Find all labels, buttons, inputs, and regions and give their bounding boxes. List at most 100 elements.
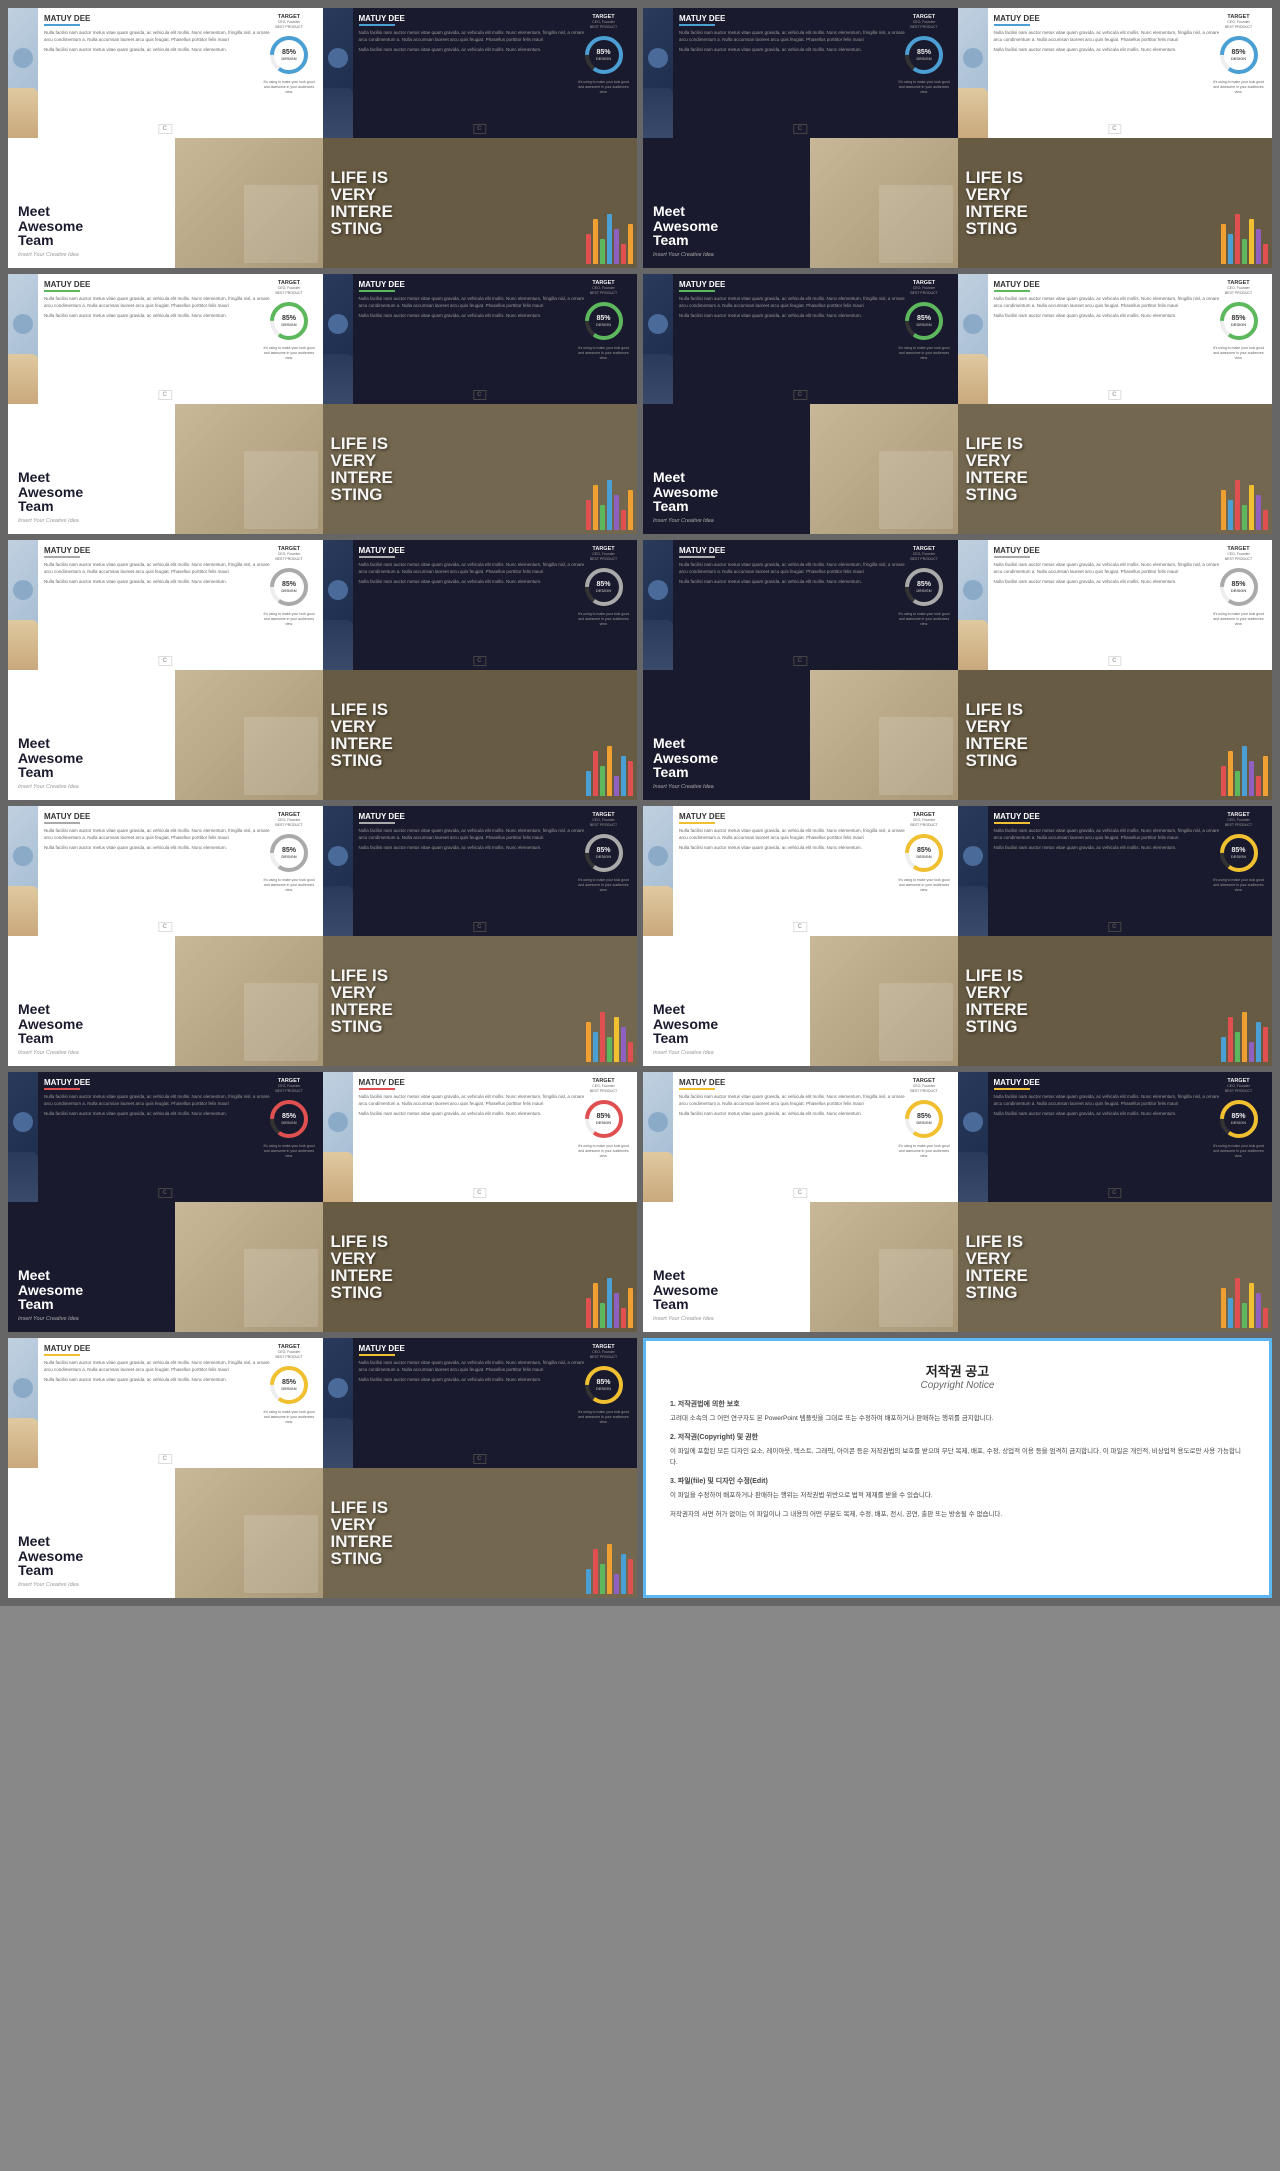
percent-value: 85% bbox=[596, 1379, 611, 1386]
meet-slide: MeetAwesomeTeam Insert Your Creative Ide… bbox=[643, 670, 958, 800]
slide-block: MATUY DEE Nulla facilisi nam auctor metu… bbox=[8, 540, 637, 800]
profile-photo bbox=[323, 1072, 353, 1202]
percent-label: DESIGN bbox=[281, 56, 296, 61]
target-role: CEO, FounderBEST PRODUCT bbox=[897, 1084, 952, 1094]
percent-label: DESIGN bbox=[596, 588, 611, 593]
target-desc: It's using to make your look good and aw… bbox=[1211, 1144, 1266, 1159]
percent-label: DESIGN bbox=[916, 854, 931, 859]
target-section: TARGET CEO, FounderBEST PRODUCT 85% DESI… bbox=[262, 1078, 317, 1158]
accent-bar bbox=[994, 290, 1030, 292]
profile-bio: Nulla facilisi nam auctor metus vitae qu… bbox=[359, 296, 588, 310]
profile-bio2: Nulla facilisi nam auctor metus vitae qu… bbox=[44, 1111, 273, 1118]
percent-label: DESIGN bbox=[596, 1120, 611, 1125]
meet-subtitle: Insert Your Creative Idea bbox=[653, 784, 800, 790]
life-slide: LIFE ISVERYINTERESTING bbox=[958, 138, 1273, 268]
profile-bio2: Nulla facilisi nam auctor metus vitae qu… bbox=[44, 845, 273, 852]
logo: C bbox=[159, 922, 172, 932]
accent-bar bbox=[359, 556, 395, 558]
profile-slide: MATUY DEE Nulla facilisi nam auctor metu… bbox=[958, 806, 1273, 936]
percent-value: 85% bbox=[281, 49, 296, 56]
meet-subtitle: Insert Your Creative Idea bbox=[653, 252, 800, 258]
percent-label: DESIGN bbox=[916, 588, 931, 593]
accent-bar bbox=[994, 24, 1030, 26]
target-section: TARGET CEO, FounderBEST PRODUCT 85% DESI… bbox=[576, 546, 631, 626]
meet-left: MeetAwesomeTeam Insert Your Creative Ide… bbox=[8, 404, 175, 534]
accent-bar bbox=[679, 290, 715, 292]
meet-subtitle: Insert Your Creative Idea bbox=[653, 1050, 800, 1056]
accent-bar bbox=[679, 24, 715, 26]
page: MATUY DEE Nulla facilisi nam auctor metu… bbox=[0, 0, 1280, 1606]
meet-photo bbox=[175, 1468, 322, 1598]
meet-subtitle: Insert Your Creative Idea bbox=[18, 1316, 165, 1322]
target-role: CEO, FounderBEST PRODUCT bbox=[576, 1084, 631, 1094]
meet-left: MeetAwesomeTeam Insert Your Creative Ide… bbox=[643, 1202, 810, 1332]
percent-value: 85% bbox=[1231, 847, 1246, 854]
last-row: MATUY DEE Nulla facilisi nam auctor metu… bbox=[8, 1338, 1272, 1598]
meet-photo bbox=[175, 936, 322, 1066]
accent-bar bbox=[679, 556, 715, 558]
profile-photo bbox=[323, 8, 353, 138]
meet-slide: MeetAwesomeTeam Insert Your Creative Ide… bbox=[8, 1202, 323, 1332]
meet-title: MeetAwesomeTeam bbox=[653, 470, 800, 514]
accent-bar bbox=[44, 1088, 80, 1090]
meet-subtitle: Insert Your Creative Idea bbox=[18, 1582, 165, 1588]
meet-title: MeetAwesomeTeam bbox=[18, 1002, 165, 1046]
profile-bio: Nulla facilisi nam auctor metus vitae qu… bbox=[359, 1094, 588, 1108]
profile-bio: Nulla facilisi nam auctor metus vitae qu… bbox=[44, 562, 273, 576]
profile-bio: Nulla facilisi nam auctor metus vitae qu… bbox=[44, 1094, 273, 1108]
logo: C bbox=[159, 1454, 172, 1464]
logo: C bbox=[1108, 124, 1121, 134]
percent-value: 85% bbox=[596, 49, 611, 56]
percent-label: DESIGN bbox=[281, 854, 296, 859]
profile-bio2: Nulla facilisi nam auctor metus vitae qu… bbox=[44, 579, 273, 586]
copyright-title: 저작권 공고 bbox=[670, 1361, 1245, 1380]
accent-bar bbox=[44, 822, 80, 824]
profile-bio2: Nulla facilisi nam auctor metus vitae qu… bbox=[994, 845, 1223, 852]
accent-bar bbox=[359, 822, 395, 824]
profile-name: MATUY DEE bbox=[359, 14, 588, 23]
meet-slide: MeetAwesomeTeam Insert Your Creative Ide… bbox=[8, 936, 323, 1066]
meet-left: MeetAwesomeTeam Insert Your Creative Ide… bbox=[8, 138, 175, 268]
percent-label: DESIGN bbox=[596, 854, 611, 859]
logo: C bbox=[473, 390, 486, 400]
target-role: CEO, FounderBEST PRODUCT bbox=[262, 1084, 317, 1094]
profile-bio: Nulla facilisi nam auctor metus vitae qu… bbox=[994, 562, 1223, 576]
life-slide: LIFE ISVERYINTERESTING bbox=[323, 936, 638, 1066]
profile-photo bbox=[958, 1072, 988, 1202]
target-role: CEO, FounderBEST PRODUCT bbox=[576, 1350, 631, 1360]
logo: C bbox=[794, 1188, 807, 1198]
meet-subtitle: Insert Your Creative Idea bbox=[18, 252, 165, 258]
profile-photo bbox=[323, 806, 353, 936]
profile-bio2: Nulla facilisi nam auctor metus vitae qu… bbox=[679, 1111, 908, 1118]
profile-bio2: Nulla facilisi nam auctor metus vitae qu… bbox=[359, 845, 588, 852]
target-desc: It's using to make your look good and aw… bbox=[897, 1144, 952, 1159]
profile-bio: Nulla facilisi nam auctor metus vitae qu… bbox=[679, 1094, 908, 1108]
profile-bio2: Nulla facilisi nam auctor metus vitae qu… bbox=[359, 1111, 588, 1118]
profile-slide: MATUY DEE Nulla facilisi nam auctor metu… bbox=[8, 1338, 323, 1468]
percent-label: DESIGN bbox=[1231, 1120, 1246, 1125]
target-desc: It's using to make your look good and aw… bbox=[262, 878, 317, 893]
percent-label: DESIGN bbox=[916, 322, 931, 327]
target-desc: It's using to make your look good and aw… bbox=[897, 80, 952, 95]
meet-title: MeetAwesomeTeam bbox=[18, 470, 165, 514]
accent-bar bbox=[359, 24, 395, 26]
profile-bio2: Nulla facilisi nam auctor metus vitae qu… bbox=[679, 313, 908, 320]
meet-left: MeetAwesomeTeam Insert Your Creative Ide… bbox=[643, 404, 810, 534]
meet-slide: MeetAwesomeTeam Insert Your Creative Ide… bbox=[8, 404, 323, 534]
meet-subtitle: Insert Your Creative Idea bbox=[18, 1050, 165, 1056]
percent-value: 85% bbox=[281, 847, 296, 854]
profile-bio2: Nulla facilisi nam auctor metus vitae qu… bbox=[679, 47, 908, 54]
profile-bio2: Nulla facilisi nam auctor metus vitae qu… bbox=[359, 47, 588, 54]
accent-bar bbox=[994, 556, 1030, 558]
profile-bio: Nulla facilisi nam auctor metus vitae qu… bbox=[994, 296, 1223, 310]
meet-subtitle: Insert Your Creative Idea bbox=[653, 1316, 800, 1322]
slide-block: MATUY DEE Nulla facilisi nam auctor metu… bbox=[643, 274, 1272, 534]
percent-label: DESIGN bbox=[1231, 322, 1246, 327]
target-desc: It's using to make your look good and aw… bbox=[262, 1144, 317, 1159]
profile-name: MATUY DEE bbox=[994, 1078, 1223, 1087]
meet-photo bbox=[810, 138, 957, 268]
target-role: CEO, FounderBEST PRODUCT bbox=[262, 20, 317, 30]
target-role: CEO, FounderBEST PRODUCT bbox=[262, 552, 317, 562]
profile-name: MATUY DEE bbox=[44, 280, 273, 289]
target-role: CEO, FounderBEST PRODUCT bbox=[1211, 20, 1266, 30]
